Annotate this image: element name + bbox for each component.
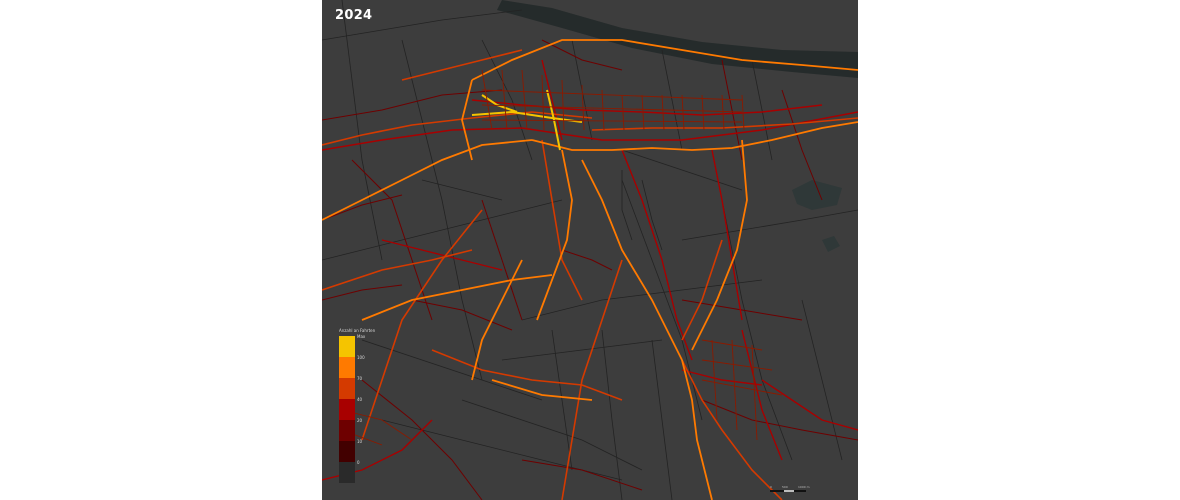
year-label: 2024 <box>335 8 373 23</box>
legend-color-bar: Max 100 70 40 20 10 0 <box>339 334 365 483</box>
scale-label: 0 <box>770 485 772 489</box>
legend-title: Anzahl an Fahrten <box>339 328 376 333</box>
legend-swatch: Max <box>339 334 365 357</box>
routes-low <box>322 39 858 500</box>
scale-label: 1000 m <box>798 485 810 489</box>
routes-high <box>322 49 858 500</box>
legend-tick-label: 100 <box>357 355 365 360</box>
scale-segment <box>770 490 784 492</box>
legend-swatch: 10 <box>339 439 362 462</box>
map-canvas[interactable]: 2024 Anzahl an Fahrten Max 100 70 40 20 … <box>322 0 858 500</box>
road-network <box>322 0 858 500</box>
routes-top <box>322 39 858 500</box>
legend-tick-label: 70 <box>357 376 363 381</box>
legend-tick-label: Max <box>357 334 366 339</box>
pond <box>822 236 840 252</box>
legend-swatch: 100 <box>339 355 365 378</box>
scale-segment <box>784 490 794 492</box>
legend-swatch: 70 <box>339 376 362 399</box>
legend-swatch: 20 <box>339 418 362 441</box>
legend: Anzahl an Fahrten Max 100 70 40 20 10 0 <box>339 328 399 483</box>
legend-tick-label: 10 <box>357 439 363 444</box>
scale-label: 500 <box>782 485 788 489</box>
routes-mid <box>322 59 858 481</box>
scale-segment <box>794 490 806 492</box>
legend-swatch: 40 <box>339 397 362 420</box>
river <box>497 0 858 78</box>
legend-tick-label: 0 <box>357 460 360 465</box>
legend-swatch: 0 <box>339 460 360 483</box>
scale-bar: 0 500 1000 m <box>770 482 850 494</box>
legend-tick-label: 20 <box>357 418 363 423</box>
legend-tick-label: 40 <box>357 397 363 402</box>
pond <box>792 180 842 210</box>
